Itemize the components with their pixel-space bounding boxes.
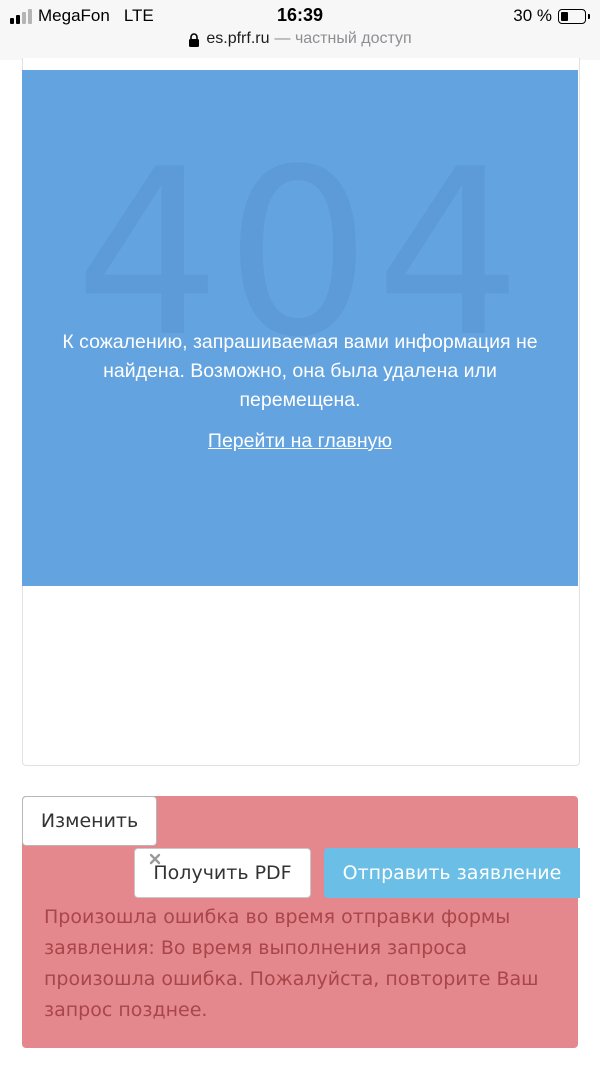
url-domain: es.pfrf.ru [206,30,270,47]
submit-application-button[interactable]: Отправить заявление [324,848,580,898]
alert-message: Произошла ошибка во время отправки формы… [44,906,539,1021]
error-message: К сожалению, запрашиваемая вами информац… [62,331,538,411]
close-icon[interactable] [148,852,162,866]
battery-percent: 30 % [513,6,552,25]
lock-icon [189,33,200,47]
error-panel: 404 К сожалению, запрашиваемая вами инфо… [22,70,578,586]
edit-button[interactable]: Изменить [22,796,157,846]
status-right: 30 % [513,6,590,26]
address-bar[interactable]: es.pfrf.ru — частный доступ [0,30,600,48]
clock: 16:39 [276,5,324,25]
private-access-label: — частный доступ [274,30,412,47]
status-bar: MegaFon LTE 16:39 30 % es.pfrf.ru — част… [0,0,600,60]
error-alert: Изменить Получить PDF Отправить заявлени… [22,796,580,1048]
battery-icon [558,8,590,24]
home-link[interactable]: Перейти на главную [22,430,578,453]
